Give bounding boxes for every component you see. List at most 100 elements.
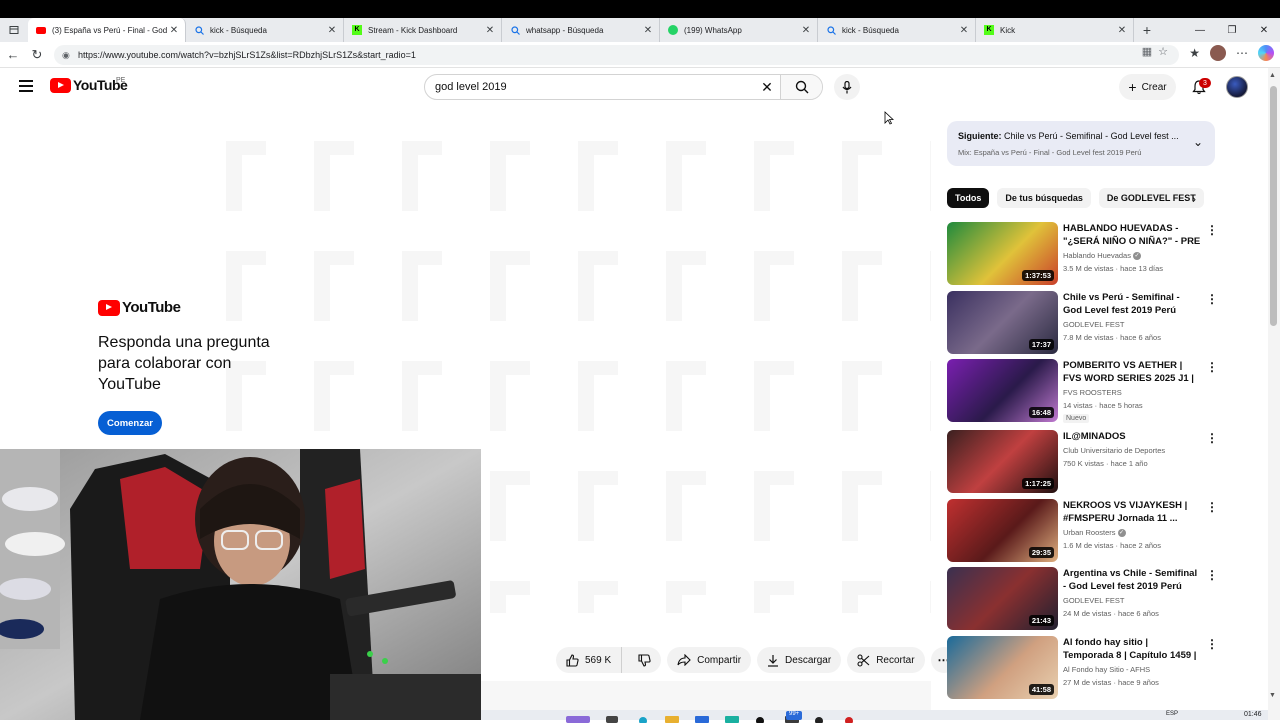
- search-input[interactable]: god level 2019: [425, 81, 754, 93]
- tab-close-icon[interactable]: ✕: [327, 25, 337, 36]
- recommended-video[interactable]: 1:37:53 HABLANDO HUEVADAS - "¿SERÁ NIÑO O…: [947, 222, 1218, 286]
- menu-icon[interactable]: [19, 80, 33, 92]
- video-thumbnail[interactable]: 41:58: [947, 636, 1058, 699]
- up-next-title-line: Siguiente: Chile vs Perú - Semifinal - G…: [958, 131, 1183, 141]
- more-vertical-icon[interactable]: ⋮: [1206, 431, 1218, 445]
- video-thumbnail[interactable]: 1:17:25: [947, 430, 1058, 493]
- more-vertical-icon[interactable]: ⋮: [1206, 568, 1218, 582]
- video-thumbnail[interactable]: 1:37:53: [947, 222, 1058, 285]
- tab-close-icon[interactable]: ✕: [959, 25, 969, 36]
- recommended-video[interactable]: 21:43 Argentina vs Chile - Semifinal - Go…: [947, 567, 1218, 631]
- webcam-scene: [0, 449, 481, 720]
- chevron-right-icon[interactable]: ›: [1192, 192, 1196, 206]
- channel-name-row[interactable]: FVS ROOSTERS: [1063, 388, 1122, 397]
- recommended-video[interactable]: 41:58 Al fondo hay sitio | Temporada 8 | …: [947, 636, 1218, 700]
- channel-name-row[interactable]: Hablando Huevadas ✓: [1063, 251, 1141, 261]
- dislike-button[interactable]: [628, 647, 661, 673]
- browser-menu-icon[interactable]: ⋯: [1236, 46, 1248, 60]
- channel-name-row[interactable]: Urban Roosters ✓: [1063, 528, 1126, 538]
- new-tab-button[interactable]: +: [1134, 18, 1160, 42]
- browser-tab[interactable]: (199) WhatsApp ✕: [660, 18, 818, 42]
- channel-name-row[interactable]: Club Universitario de Deportes: [1063, 446, 1165, 455]
- thumbs-down-icon: [638, 653, 651, 667]
- video-thumbnail[interactable]: 16:48: [947, 359, 1058, 422]
- search-button[interactable]: [780, 75, 822, 99]
- url-field[interactable]: ◉ https://www.youtube.com/watch?v=bzhjSL…: [54, 45, 1179, 65]
- voice-search-button[interactable]: [834, 74, 860, 100]
- channel-name-row[interactable]: GODLEVEL FEST: [1063, 320, 1124, 329]
- app-available-icon[interactable]: ▦: [1142, 45, 1152, 58]
- more-vertical-icon[interactable]: ⋮: [1206, 360, 1218, 374]
- create-button[interactable]: + Crear: [1119, 74, 1176, 100]
- tab-close-icon[interactable]: ✕: [485, 25, 495, 36]
- clear-search-icon[interactable]: ✕: [754, 79, 780, 96]
- video-title[interactable]: Al fondo hay sitio | Temporada 8 | Capít…: [1063, 636, 1201, 662]
- like-button[interactable]: 569 K: [556, 647, 623, 673]
- comenzar-button[interactable]: Comenzar: [98, 411, 162, 435]
- browser-tab[interactable]: kick - Búsqueda ✕: [186, 18, 344, 42]
- site-info-icon[interactable]: ◉: [62, 50, 72, 61]
- account-avatar[interactable]: [1226, 76, 1248, 98]
- browser-tab[interactable]: whatsapp - Búsqueda ✕: [502, 18, 660, 42]
- restore-icon[interactable]: ❐: [1216, 18, 1248, 42]
- recommended-video[interactable]: 1:17:25 IL@MINADOS Club Universitario de D…: [947, 430, 1218, 494]
- video-title[interactable]: IL@MINADOS: [1063, 430, 1201, 443]
- window-close-icon[interactable]: ✕: [1248, 18, 1280, 42]
- favorites-icon[interactable]: ★: [1189, 46, 1200, 60]
- filter-chip[interactable]: De GODLEVEL FEST: [1098, 188, 1204, 208]
- video-thumbnail[interactable]: 21:43: [947, 567, 1058, 630]
- tab-close-icon[interactable]: ✕: [169, 25, 179, 36]
- kick-icon: K: [352, 25, 362, 35]
- scroll-up-arrow-icon[interactable]: ▲: [1269, 72, 1276, 79]
- recommended-video[interactable]: 16:48 POMBERITO VS AETHER | FVS WORD SERI…: [947, 359, 1218, 423]
- more-vertical-icon[interactable]: ⋮: [1206, 637, 1218, 651]
- channel-name: Club Universitario de Deportes: [1063, 446, 1166, 455]
- clip-button[interactable]: Recortar: [847, 647, 925, 673]
- tab-close-icon[interactable]: ✕: [643, 25, 653, 36]
- share-button[interactable]: Compartir: [667, 647, 752, 673]
- more-vertical-icon[interactable]: ⋮: [1206, 223, 1218, 237]
- scrollbar-thumb[interactable]: [1270, 86, 1277, 326]
- video-thumbnail[interactable]: 17:37: [947, 291, 1058, 354]
- captcha-logo-text: YouTube: [122, 299, 181, 316]
- favorite-star-icon[interactable]: ☆: [1158, 45, 1168, 58]
- browser-profile-avatar[interactable]: [1210, 45, 1226, 61]
- minimize-icon[interactable]: —: [1184, 18, 1216, 42]
- browser-tab[interactable]: K Stream - Kick Dashboard ✕: [344, 18, 502, 42]
- channel-name: FVS ROOSTERS: [1063, 388, 1122, 397]
- search-bar[interactable]: god level 2019 ✕: [424, 74, 823, 100]
- chevron-down-icon[interactable]: ⌄: [1193, 135, 1203, 149]
- video-title[interactable]: Chile vs Perú - Semifinal - God Level fe…: [1063, 291, 1201, 317]
- taskbar-language[interactable]: ESP: [1166, 711, 1178, 717]
- more-vertical-icon[interactable]: ⋮: [1206, 500, 1218, 514]
- reload-icon[interactable]: ↻: [25, 43, 49, 67]
- video-title[interactable]: HABLANDO HUEVADAS - "¿SERÁ NIÑO O NIÑA?"…: [1063, 222, 1201, 248]
- more-vertical-icon[interactable]: ⋮: [1206, 292, 1218, 306]
- taskbar-clock[interactable]: 01:46: [1244, 711, 1262, 718]
- back-icon[interactable]: ←: [1, 43, 25, 67]
- download-label: Descargar: [785, 654, 832, 666]
- channel-name-row[interactable]: GODLEVEL FEST: [1063, 596, 1124, 605]
- copilot-icon[interactable]: [1258, 45, 1274, 61]
- video-title[interactable]: NEKROOS VS VIJAYKESH | #FMSPERU Jornada …: [1063, 499, 1201, 525]
- up-next-panel[interactable]: Siguiente: Chile vs Perú - Semifinal - G…: [947, 121, 1215, 166]
- filter-chip[interactable]: Todos: [947, 188, 990, 208]
- browser-tab[interactable]: kick - Búsqueda ✕: [818, 18, 976, 42]
- download-button[interactable]: Descargar: [757, 647, 842, 673]
- channel-name-row[interactable]: Al Fondo hay Sitio - AFHS: [1063, 665, 1150, 674]
- video-title[interactable]: POMBERITO VS AETHER | FVS WORD SERIES 20…: [1063, 359, 1201, 385]
- recommended-video[interactable]: 29:35 NEKROOS VS VIJAYKESH | #FMSPERU Jor…: [947, 499, 1218, 563]
- browser-tab[interactable]: K Kick ✕: [976, 18, 1134, 42]
- video-title[interactable]: Argentina vs Chile - Semifinal - God Lev…: [1063, 567, 1201, 593]
- scroll-down-arrow-icon[interactable]: ▼: [1269, 692, 1276, 699]
- browser-tab[interactable]: (3) España vs Perú - Final - God Level✕: [28, 18, 186, 42]
- recommended-video[interactable]: 17:37 Chile vs Perú - Semifinal - God Lev…: [947, 291, 1218, 355]
- youtube-icon: [36, 25, 46, 35]
- channel-name: Hablando Huevadas: [1063, 251, 1131, 260]
- tab-actions-menu-icon[interactable]: [0, 18, 28, 42]
- video-thumbnail[interactable]: 29:35: [947, 499, 1058, 562]
- thumbs-up-icon: [566, 653, 579, 667]
- tab-close-icon[interactable]: ✕: [801, 25, 811, 36]
- tab-close-icon[interactable]: ✕: [1117, 25, 1127, 36]
- filter-chip[interactable]: De tus búsquedas: [997, 188, 1091, 208]
